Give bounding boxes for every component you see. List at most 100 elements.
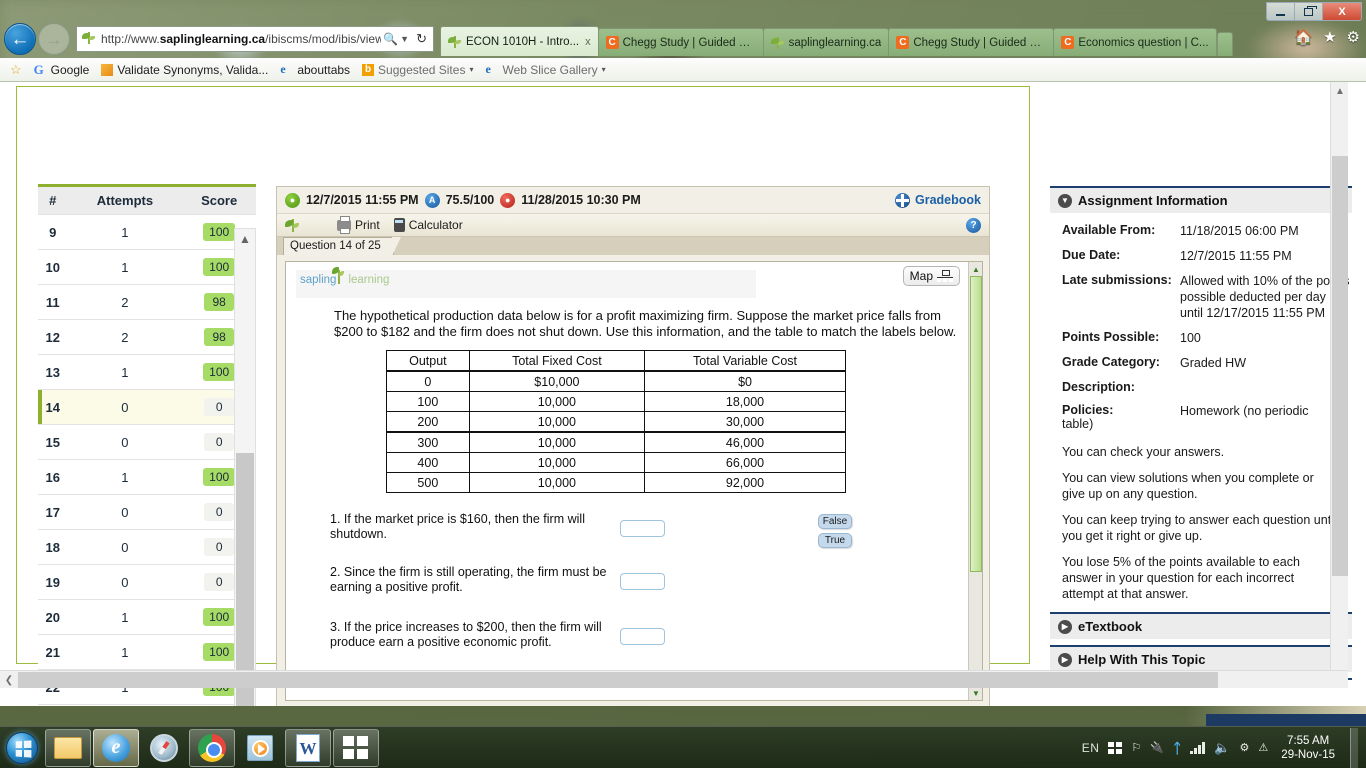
new-tab-button[interactable] bbox=[1216, 32, 1233, 56]
gear-icon[interactable]: ⚙ bbox=[1347, 28, 1360, 46]
choice-false[interactable]: False bbox=[818, 514, 852, 529]
question-body-scrollbar[interactable]: ▲ ▼ bbox=[968, 262, 982, 700]
scrollbar-thumb[interactable] bbox=[970, 276, 982, 572]
info-row: Points Possible: 100 bbox=[1062, 330, 1352, 346]
taskbar-file-explorer[interactable] bbox=[45, 728, 91, 767]
favorite-google[interactable]: G Google bbox=[34, 63, 90, 77]
back-arrow-icon[interactable]: ← bbox=[4, 23, 36, 55]
question-list-row[interactable]: 15 0 0 bbox=[38, 424, 256, 460]
browser-tab-saplinglearning[interactable]: saplinglearning.ca bbox=[762, 28, 890, 56]
assignment-information-header[interactable]: ▼ Assignment Information bbox=[1050, 186, 1352, 213]
info-row-label: Available From: bbox=[1062, 223, 1156, 237]
gradebook-link[interactable]: Gradebook bbox=[895, 192, 981, 208]
language-indicator[interactable]: EN bbox=[1082, 741, 1100, 755]
question-list-row[interactable]: 231100 bbox=[38, 704, 256, 706]
question-list-row[interactable]: 18 0 0 bbox=[38, 529, 256, 565]
question-list-row[interactable]: 16 1 100 bbox=[38, 459, 256, 495]
taskbar-microsoft-word[interactable] bbox=[285, 728, 331, 767]
question-list-scrollbar[interactable]: ▲ ▼ bbox=[234, 228, 256, 706]
maximize-button[interactable] bbox=[1295, 3, 1323, 20]
calculator-button[interactable]: Calculator bbox=[393, 218, 463, 232]
refresh-icon[interactable]: ↻ bbox=[412, 31, 431, 47]
scroll-up-icon[interactable]: ▲ bbox=[235, 229, 255, 249]
question-list-row[interactable]: 13 1 100 bbox=[38, 354, 256, 390]
answer-blank-2[interactable] bbox=[620, 573, 665, 590]
grade-blue-icon: A bbox=[424, 192, 440, 208]
etextbook-header[interactable]: ▶ eTextbook bbox=[1050, 612, 1352, 639]
search-icon[interactable]: 🔍 bbox=[381, 32, 400, 46]
question-number: 12 bbox=[38, 319, 68, 355]
update-icon[interactable]: ⚙ bbox=[1240, 741, 1250, 754]
home-icon[interactable]: 🏠 bbox=[1294, 28, 1313, 46]
favorite-validate-synonyms[interactable]: Validate Synonyms, Valida... bbox=[101, 63, 268, 77]
taskbar-media-player[interactable] bbox=[237, 729, 283, 767]
address-bar[interactable]: http://www.saplinglearning.ca/ibiscms/mo… bbox=[76, 26, 434, 52]
question-tab[interactable]: Question 14 of 25 bbox=[283, 237, 401, 256]
map-button[interactable]: Map bbox=[902, 266, 960, 286]
scroll-up-icon[interactable]: ▲ bbox=[969, 262, 982, 276]
info-row-value bbox=[1180, 380, 1352, 394]
sapling-leaf-icon bbox=[285, 217, 301, 233]
favorite-suggested-sites[interactable]: b Suggested Sites ▾ bbox=[362, 63, 473, 77]
question-body: sapling learning Map The hypothetical pr… bbox=[285, 261, 983, 701]
bluetooth-icon[interactable]: ᛏ bbox=[1173, 740, 1181, 756]
taskbar-safari[interactable] bbox=[141, 729, 187, 767]
volume-icon[interactable]: 🔈 bbox=[1214, 740, 1230, 756]
scroll-left-icon[interactable]: ❮ bbox=[0, 671, 18, 689]
taskbar-internet-explorer[interactable]: e bbox=[93, 728, 139, 767]
star-icon[interactable]: ★ bbox=[1323, 28, 1336, 46]
answer-blank-3[interactable] bbox=[620, 628, 665, 645]
sapling-leaf-icon bbox=[448, 35, 462, 49]
taskbar-google-chrome[interactable] bbox=[189, 728, 235, 767]
show-desktop-button[interactable] bbox=[1350, 727, 1358, 768]
graphics-warning-icon[interactable]: ⚠ bbox=[1258, 741, 1268, 754]
question-list-row[interactable]: 21 1 100 bbox=[38, 634, 256, 670]
page-vertical-scrollbar[interactable]: ▲ ▼ bbox=[1330, 82, 1348, 688]
windows-start-orb[interactable] bbox=[0, 728, 44, 768]
browser-tab-econ[interactable]: ECON 1010H - Intro... x bbox=[440, 26, 599, 56]
browser-tab-chegg-1[interactable]: C Chegg Study | Guided S... bbox=[597, 28, 764, 56]
status-last-activity: 11/28/2015 10:30 PM bbox=[521, 193, 641, 207]
answer-blank-1[interactable] bbox=[620, 520, 665, 537]
network-signal-icon[interactable] bbox=[1190, 741, 1205, 754]
browser-tab-chegg-2[interactable]: C Chegg Study | Guided S... bbox=[888, 28, 1055, 56]
question-list-row[interactable]: 20 1 100 bbox=[38, 599, 256, 635]
question-list-row[interactable]: 14 0 0 bbox=[38, 389, 256, 425]
question-list-row[interactable]: 19 0 0 bbox=[38, 564, 256, 600]
minimize-button[interactable] bbox=[1267, 3, 1295, 20]
table-cell: 10,000 bbox=[468, 452, 646, 473]
clock-red-icon: ● bbox=[500, 192, 516, 208]
help-with-topic-header[interactable]: ▶ Help With This Topic bbox=[1050, 645, 1352, 672]
score-badge: 0 bbox=[204, 538, 235, 556]
page-horizontal-scrollbar[interactable]: ❮ bbox=[0, 670, 1348, 688]
question-list-row[interactable]: 17 0 0 bbox=[38, 494, 256, 530]
scroll-up-icon[interactable]: ▲ bbox=[1331, 82, 1349, 100]
chevron-down-icon[interactable]: ▾ bbox=[602, 65, 606, 74]
close-button[interactable]: X bbox=[1323, 3, 1361, 20]
scrollbar-thumb[interactable] bbox=[1332, 156, 1348, 576]
clock[interactable]: 7:55 AM 29-Nov-15 bbox=[1277, 734, 1335, 762]
forward-arrow-icon[interactable]: → bbox=[38, 23, 70, 55]
favorite-web-slice-gallery[interactable]: e Web Slice Gallery ▾ bbox=[485, 63, 605, 77]
windows-flag-icon[interactable] bbox=[1108, 741, 1123, 754]
close-icon[interactable]: x bbox=[585, 36, 591, 48]
scrollbar-thumb[interactable] bbox=[18, 672, 1218, 688]
device-icon[interactable]: 🔌 bbox=[1150, 741, 1164, 754]
favorite-abouttabs[interactable]: e abouttabs bbox=[280, 63, 350, 77]
add-favorite-icon[interactable]: ☆ bbox=[10, 62, 22, 78]
chevron-down-icon[interactable]: ▾ bbox=[469, 65, 473, 74]
chevron-down-icon[interactable]: ▼ bbox=[400, 34, 412, 44]
taskbar-windows-store[interactable] bbox=[333, 728, 379, 767]
question-list-row[interactable]: 9 1 100 bbox=[38, 214, 256, 250]
question-list-row[interactable]: 11 2 98 bbox=[38, 284, 256, 320]
question-list-row[interactable]: 12 2 98 bbox=[38, 319, 256, 355]
scrollbar-thumb[interactable] bbox=[236, 453, 254, 706]
choice-true[interactable]: True bbox=[818, 533, 852, 548]
table-header-row: # Attempts Score bbox=[38, 187, 256, 215]
scroll-down-icon[interactable]: ▼ bbox=[969, 686, 982, 700]
help-question-icon[interactable]: ? bbox=[966, 217, 981, 233]
print-button[interactable]: Print bbox=[337, 215, 380, 234]
question-list-row[interactable]: 10 1 100 bbox=[38, 249, 256, 285]
action-center-icon[interactable]: ⚐ bbox=[1131, 741, 1141, 754]
browser-tab-economics-question[interactable]: C Economics question | C... bbox=[1053, 28, 1217, 56]
